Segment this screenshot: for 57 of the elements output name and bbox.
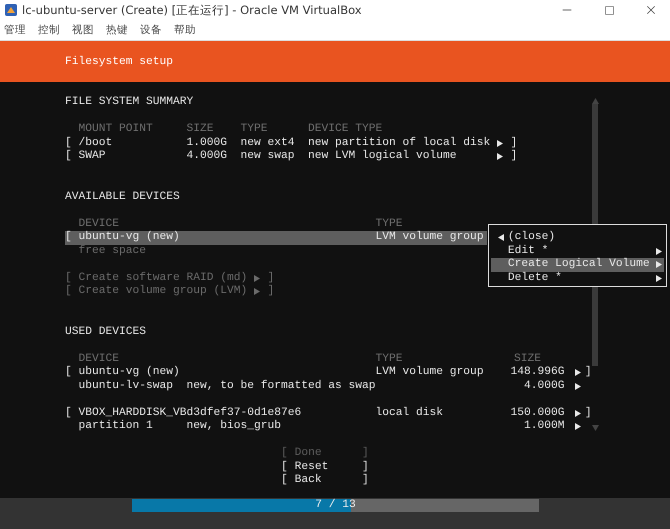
bracket: [ <box>65 272 73 284</box>
mount-point: SWAP <box>78 150 107 164</box>
device-name: ubuntu-vg (new) <box>78 231 181 244</box>
device-type: LVM volume group <box>376 366 485 380</box>
size: 150.000G <box>510 406 565 420</box>
action-label: Create software RAID (md) <box>78 272 248 284</box>
type: new swap <box>240 150 296 164</box>
bracket: ] <box>268 272 274 284</box>
bracket: [ <box>65 231 73 244</box>
size: 148.996G <box>510 366 565 380</box>
partition-note: new, bios_grub <box>186 420 282 434</box>
mount-point: /boot <box>78 136 114 150</box>
bracket: [ <box>65 285 73 298</box>
page-title: Filesystem setup <box>65 56 174 68</box>
bracket: ] <box>268 285 274 298</box>
device-name: VBOX_HARDDISK_VBd3dfef37-0d1e87e6 <box>78 406 302 420</box>
section-title: AVAILABLE DEVICES <box>65 190 180 204</box>
column-header: DEVICE <box>78 352 120 366</box>
menu-label: Delete * <box>508 272 563 285</box>
column-header: TYPE <box>376 218 403 231</box>
bracket: [ <box>65 136 73 150</box>
bracket: [ <box>65 406 73 420</box>
device-type: LVM volume group <box>376 231 484 244</box>
size: 1.000G <box>186 136 228 150</box>
column-header: TYPE <box>376 352 403 366</box>
partition-note: new, to be formatted as swap <box>186 380 377 393</box>
free-space: free space <box>78 244 146 258</box>
menu-label: Create Logical Volume <box>508 258 651 272</box>
size: 1.000M <box>523 420 565 434</box>
bracket: ] <box>584 366 592 380</box>
action-label: Create volume group (LVM) <box>78 285 248 298</box>
column-header: TYPE <box>240 123 269 136</box>
section-title: FILE SYSTEM SUMMARY <box>65 96 194 110</box>
size: 4.000G <box>523 380 565 393</box>
menu-label: (close) <box>508 231 556 244</box>
device-type: local disk <box>376 406 444 420</box>
bracket: ] <box>584 406 592 420</box>
device-type: new LVM logical volume <box>308 150 458 164</box>
column-header: MOUNT POINT <box>78 123 154 136</box>
bracket: ] <box>510 150 518 164</box>
column-header: SIZE <box>186 123 215 136</box>
progress-label: 7 / 13 <box>315 499 356 512</box>
partition-name: partition 1 <box>78 420 154 434</box>
bracket: [ <box>65 366 73 380</box>
partition-name: ubuntu-lv-swap <box>78 380 174 393</box>
column-header: DEVICE TYPE <box>308 123 384 136</box>
bracket: [ <box>65 150 73 164</box>
device-type: new partition of local disk <box>308 136 492 150</box>
device-name: ubuntu-vg (new) <box>78 366 181 380</box>
column-header: DEVICE <box>78 218 120 230</box>
section-title: USED DEVICES <box>65 326 146 339</box>
menu-label: Edit * <box>508 244 550 258</box>
bracket: ] <box>510 136 518 150</box>
window-title: lc-ubuntu-server (Create) [正在运行] - Oracle VM VirtualBox <box>22 2 363 18</box>
type: new ext4 <box>240 136 296 150</box>
size: 4.000G <box>186 150 228 164</box>
column-header: SIZE <box>514 352 541 366</box>
